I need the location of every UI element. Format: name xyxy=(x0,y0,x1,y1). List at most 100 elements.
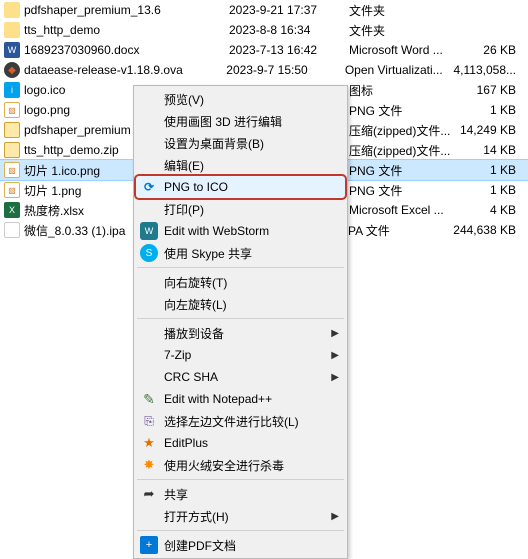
zip-icon xyxy=(4,142,20,158)
menu-label: 编辑(E) xyxy=(164,157,325,174)
file-date: 2023-9-7 15:50 xyxy=(226,63,345,77)
menu-print[interactable]: 打印(P) xyxy=(136,198,345,220)
menu-notepadpp[interactable]: ✎ Edit with Notepad++ xyxy=(136,388,345,410)
file-name: logo.png xyxy=(24,103,70,117)
menu-label: 打开方式(H) xyxy=(164,508,325,525)
file-name: tts_http_demo xyxy=(24,23,100,37)
blank-icon xyxy=(140,295,158,313)
file-type: PNG 文件 xyxy=(349,162,459,179)
menu-rotate-left[interactable]: 向左旋转(L) xyxy=(136,293,345,315)
file-name: 1689237030960.docx xyxy=(24,43,139,57)
menu-compare[interactable]: ⎘ 选择左边文件进行比较(L) xyxy=(136,410,345,432)
menu-edit[interactable]: 编辑(E) xyxy=(136,154,345,176)
menu-label: 打印(P) xyxy=(164,201,325,218)
menu-webstorm[interactable]: W Edit with WebStorm xyxy=(136,220,345,242)
webstorm-icon: W xyxy=(140,222,158,240)
file-row[interactable]: W1689237030960.docx2023-7-13 16:42Micros… xyxy=(0,40,528,60)
file-size: 26 KB xyxy=(459,43,524,57)
file-name: dataease-release-v1.18.9.ova xyxy=(24,63,183,77)
file-name: 热度榜.xlsx xyxy=(24,202,84,219)
file-size: 4,113,058... xyxy=(454,63,525,77)
file-type: PNG 文件 xyxy=(349,102,459,119)
blank-icon xyxy=(140,346,158,364)
menu-editplus[interactable]: ★ EditPlus xyxy=(136,432,345,454)
chevron-right-icon: ▶ xyxy=(331,511,339,522)
menu-label: 使用画图 3D 进行编辑 xyxy=(164,113,325,130)
menu-separator xyxy=(137,479,344,480)
file-row[interactable]: tts_http_demo2023-8-8 16:34文件夹 xyxy=(0,20,528,40)
skype-icon: S xyxy=(140,244,158,262)
zip-icon xyxy=(4,122,20,138)
menu-label: 选择左边文件进行比较(L) xyxy=(164,413,325,430)
menu-label: 7-Zip xyxy=(164,348,325,362)
menu-crc-sha[interactable]: CRC SHA ▶ xyxy=(136,366,345,388)
menu-label: PNG to ICO xyxy=(164,180,325,194)
file-type: Open Virtualizati... xyxy=(345,63,454,77)
editplus-icon: ★ xyxy=(140,434,158,452)
menu-separator xyxy=(137,318,344,319)
file-row[interactable]: pdfshaper_premium_13.62023-9-21 17:37文件夹 xyxy=(0,0,528,20)
file-name: 切片 1.png xyxy=(24,182,81,199)
menu-skype[interactable]: S 使用 Skype 共享 xyxy=(136,242,345,264)
ico-icon: i xyxy=(4,82,20,98)
file-size: 14,249 KB xyxy=(459,123,524,137)
file-date: 2023-9-21 17:37 xyxy=(229,3,349,17)
file-size: 167 KB xyxy=(459,83,524,97)
menu-label: Edit with Notepad++ xyxy=(164,392,325,406)
folder-icon xyxy=(4,22,20,38)
blank-icon xyxy=(140,273,158,291)
menu-png-to-ico[interactable]: ⟳ PNG to ICO xyxy=(136,176,345,198)
menu-share[interactable]: ➦ 共享 xyxy=(136,483,345,505)
menu-label: 向右旋转(T) xyxy=(164,274,325,291)
file-name: logo.ico xyxy=(24,83,65,97)
file-size: 14 KB xyxy=(459,143,524,157)
blank-icon xyxy=(140,324,158,342)
xlsx-icon: X xyxy=(4,202,20,218)
file-size: 1 KB xyxy=(459,163,524,177)
blank-icon xyxy=(140,200,158,218)
folder-icon xyxy=(4,2,20,18)
file-type: 压缩(zipped)文件... xyxy=(349,122,459,139)
png-icon: ▧ xyxy=(4,182,20,198)
huorong-icon: ✸ xyxy=(140,456,158,474)
menu-paint3d[interactable]: 使用画图 3D 进行编辑 xyxy=(136,110,345,132)
file-type: Microsoft Excel ... xyxy=(349,203,459,217)
menu-preview[interactable]: 预览(V) xyxy=(136,88,345,110)
file-size: 1 KB xyxy=(459,103,524,117)
menu-label: 设置为桌面背景(B) xyxy=(164,135,325,152)
file-type: PNG 文件 xyxy=(349,182,459,199)
menu-7zip[interactable]: 7-Zip ▶ xyxy=(136,344,345,366)
menu-label: 共享 xyxy=(164,486,325,503)
menu-huorong-scan[interactable]: ✸ 使用火绒安全进行杀毒 xyxy=(136,454,345,476)
file-name: pdfshaper_premium xyxy=(24,123,131,137)
chevron-right-icon: ▶ xyxy=(331,328,339,339)
menu-open-with[interactable]: 打开方式(H) ▶ xyxy=(136,505,345,527)
file-name: tts_http_demo.zip xyxy=(24,143,119,157)
file-size: 244,638 KB xyxy=(453,223,524,237)
menu-cast-to-device[interactable]: 播放到设备 ▶ xyxy=(136,322,345,344)
file-type: IPA 文件 xyxy=(345,222,454,239)
file-type: 文件夹 xyxy=(349,22,459,39)
menu-set-background[interactable]: 设置为桌面背景(B) xyxy=(136,132,345,154)
menu-separator xyxy=(137,530,344,531)
blank-icon xyxy=(140,156,158,174)
blank-icon xyxy=(140,112,158,130)
blank-icon xyxy=(140,90,158,108)
file-type: 压缩(zipped)文件... xyxy=(349,142,459,159)
docx-icon: W xyxy=(4,42,20,58)
png-icon: ▧ xyxy=(4,162,20,178)
png-icon: ▧ xyxy=(4,102,20,118)
file-size: 1 KB xyxy=(459,183,524,197)
compare-icon: ⎘ xyxy=(140,412,158,430)
chevron-right-icon: ▶ xyxy=(331,350,339,361)
ipa-icon xyxy=(4,222,20,238)
menu-label: 创建PDF文档 xyxy=(164,537,325,554)
menu-rotate-right[interactable]: 向右旋转(T) xyxy=(136,271,345,293)
file-name: pdfshaper_premium_13.6 xyxy=(24,3,161,17)
blank-icon xyxy=(140,368,158,386)
file-date: 2023-7-13 16:42 xyxy=(229,43,349,57)
menu-label: 向左旋转(L) xyxy=(164,296,325,313)
file-row[interactable]: ◆dataease-release-v1.18.9.ova2023-9-7 15… xyxy=(0,60,528,80)
menu-create-pdf[interactable]: + 创建PDF文档 xyxy=(136,534,345,556)
menu-label: EditPlus xyxy=(164,436,325,450)
